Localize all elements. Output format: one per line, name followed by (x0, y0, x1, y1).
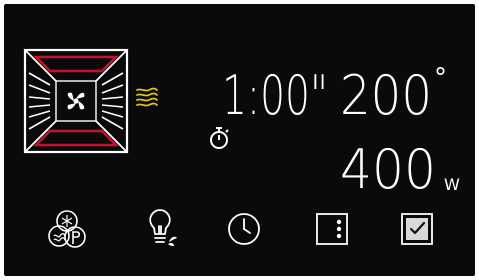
power-value: 400 (340, 138, 436, 196)
temperature-unit: ° (434, 64, 447, 93)
steam-waves-icon (132, 86, 162, 112)
oven-light-bulb-icon (149, 209, 177, 246)
time-display[interactable]: 1:00" (222, 64, 332, 127)
menu-button[interactable] (312, 209, 352, 249)
checkbox-confirm-icon (401, 213, 433, 245)
function-button[interactable] (44, 206, 90, 252)
oven-fan-heaters-icon[interactable] (22, 47, 130, 155)
power-unit: W (444, 175, 460, 194)
snowflake-defrost-p-icon (48, 210, 86, 248)
stopwatch-icon (206, 124, 232, 152)
confirm-button[interactable] (397, 209, 437, 249)
light-button[interactable] (138, 206, 184, 252)
time-value: 1:00" (222, 64, 328, 124)
menu-dots-icon (316, 213, 348, 245)
clock-button[interactable] (224, 209, 264, 249)
clock-icon (228, 213, 260, 245)
temperature-value: 200 (340, 64, 432, 124)
power-display[interactable]: 400 W (340, 136, 468, 201)
temperature-display[interactable]: 200 ° (340, 63, 460, 127)
